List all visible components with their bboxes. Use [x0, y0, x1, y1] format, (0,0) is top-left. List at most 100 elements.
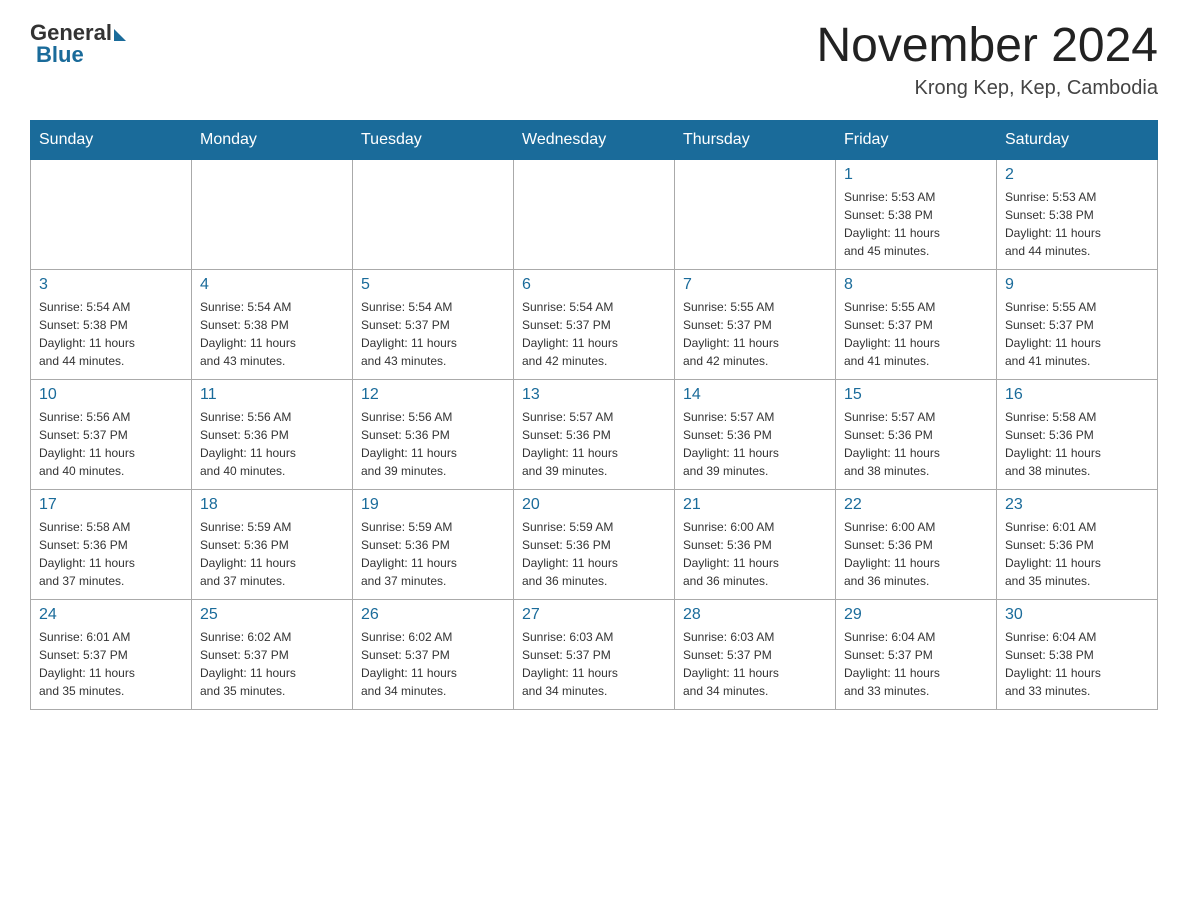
day-info: Sunrise: 5:56 AM Sunset: 5:36 PM Dayligh…: [200, 408, 344, 480]
page-header: General Blue November 2024 Krong Kep, Ke…: [30, 20, 1158, 100]
calendar-cell: 16 Sunrise: 5:58 AM Sunset: 5:36 PM Dayli…: [997, 379, 1158, 489]
day-of-week-header: Tuesday: [353, 120, 514, 159]
day-number: 8: [844, 276, 988, 294]
calendar-cell: 9 Sunrise: 5:55 AM Sunset: 5:37 PM Daylig…: [997, 269, 1158, 379]
day-number: 7: [683, 276, 827, 294]
day-info: Sunrise: 6:00 AM Sunset: 5:36 PM Dayligh…: [683, 518, 827, 590]
day-info: Sunrise: 5:54 AM Sunset: 5:37 PM Dayligh…: [522, 298, 666, 370]
calendar-cell: 7 Sunrise: 5:55 AM Sunset: 5:37 PM Daylig…: [675, 269, 836, 379]
day-number: 25: [200, 606, 344, 624]
day-number: 15: [844, 386, 988, 404]
day-number: 22: [844, 496, 988, 514]
day-info: Sunrise: 5:58 AM Sunset: 5:36 PM Dayligh…: [39, 518, 183, 590]
calendar-cell: 3 Sunrise: 5:54 AM Sunset: 5:38 PM Daylig…: [31, 269, 192, 379]
calendar-cell: 6 Sunrise: 5:54 AM Sunset: 5:37 PM Daylig…: [514, 269, 675, 379]
day-info: Sunrise: 5:59 AM Sunset: 5:36 PM Dayligh…: [361, 518, 505, 590]
calendar-week-row: 10Sunrise: 5:56 AM Sunset: 5:37 PM Dayli…: [31, 379, 1158, 489]
calendar-cell: 19 Sunrise: 5:59 AM Sunset: 5:36 PM Dayli…: [353, 489, 514, 599]
calendar-cell: 10Sunrise: 5:56 AM Sunset: 5:37 PM Dayli…: [31, 379, 192, 489]
calendar-week-row: 17 Sunrise: 5:58 AM Sunset: 5:36 PM Dayli…: [31, 489, 1158, 599]
day-info: Sunrise: 5:56 AM Sunset: 5:36 PM Dayligh…: [361, 408, 505, 480]
day-info: Sunrise: 5:55 AM Sunset: 5:37 PM Dayligh…: [683, 298, 827, 370]
calendar-cell: [675, 159, 836, 269]
day-info: Sunrise: 5:57 AM Sunset: 5:36 PM Dayligh…: [844, 408, 988, 480]
day-number: 24: [39, 606, 183, 624]
day-info: Sunrise: 5:55 AM Sunset: 5:37 PM Dayligh…: [844, 298, 988, 370]
day-number: 3: [39, 276, 183, 294]
location-text: Krong Kep, Kep, Cambodia: [816, 77, 1158, 100]
day-number: 17: [39, 496, 183, 514]
calendar-cell: [514, 159, 675, 269]
calendar-cell: 5 Sunrise: 5:54 AM Sunset: 5:37 PM Daylig…: [353, 269, 514, 379]
day-info: Sunrise: 5:58 AM Sunset: 5:36 PM Dayligh…: [1005, 408, 1149, 480]
day-number: 20: [522, 496, 666, 514]
calendar-cell: 8 Sunrise: 5:55 AM Sunset: 5:37 PM Daylig…: [836, 269, 997, 379]
day-number: 9: [1005, 276, 1149, 294]
calendar-cell: 24 Sunrise: 6:01 AM Sunset: 5:37 PM Dayli…: [31, 599, 192, 709]
day-number: 26: [361, 606, 505, 624]
day-info: Sunrise: 6:01 AM Sunset: 5:37 PM Dayligh…: [39, 628, 183, 700]
day-of-week-header: Monday: [192, 120, 353, 159]
calendar-cell: 28 Sunrise: 6:03 AM Sunset: 5:37 PM Dayli…: [675, 599, 836, 709]
calendar-cell: [353, 159, 514, 269]
day-number: 13: [522, 386, 666, 404]
calendar-cell: 20 Sunrise: 5:59 AM Sunset: 5:36 PM Dayli…: [514, 489, 675, 599]
calendar-cell: 22 Sunrise: 6:00 AM Sunset: 5:36 PM Dayli…: [836, 489, 997, 599]
day-info: Sunrise: 5:55 AM Sunset: 5:37 PM Dayligh…: [1005, 298, 1149, 370]
day-info: Sunrise: 6:02 AM Sunset: 5:37 PM Dayligh…: [361, 628, 505, 700]
calendar-week-row: 24 Sunrise: 6:01 AM Sunset: 5:37 PM Dayli…: [31, 599, 1158, 709]
calendar-cell: [192, 159, 353, 269]
day-number: 23: [1005, 496, 1149, 514]
calendar-cell: [31, 159, 192, 269]
day-number: 18: [200, 496, 344, 514]
day-info: Sunrise: 5:57 AM Sunset: 5:36 PM Dayligh…: [522, 408, 666, 480]
day-number: 11: [200, 386, 344, 404]
day-number: 27: [522, 606, 666, 624]
calendar-cell: 2 Sunrise: 5:53 AM Sunset: 5:38 PM Daylig…: [997, 159, 1158, 269]
day-info: Sunrise: 6:04 AM Sunset: 5:38 PM Dayligh…: [1005, 628, 1149, 700]
calendar-header-row: SundayMondayTuesdayWednesdayThursdayFrid…: [31, 120, 1158, 159]
calendar-cell: 18 Sunrise: 5:59 AM Sunset: 5:36 PM Dayli…: [192, 489, 353, 599]
calendar-week-row: 3 Sunrise: 5:54 AM Sunset: 5:38 PM Daylig…: [31, 269, 1158, 379]
day-number: 29: [844, 606, 988, 624]
calendar-cell: 15 Sunrise: 5:57 AM Sunset: 5:36 PM Dayli…: [836, 379, 997, 489]
day-number: 14: [683, 386, 827, 404]
calendar-cell: 27 Sunrise: 6:03 AM Sunset: 5:37 PM Dayli…: [514, 599, 675, 709]
day-number: 28: [683, 606, 827, 624]
day-info: Sunrise: 5:53 AM Sunset: 5:38 PM Dayligh…: [1005, 188, 1149, 260]
day-info: Sunrise: 6:00 AM Sunset: 5:36 PM Dayligh…: [844, 518, 988, 590]
day-info: Sunrise: 6:03 AM Sunset: 5:37 PM Dayligh…: [683, 628, 827, 700]
day-info: Sunrise: 5:59 AM Sunset: 5:36 PM Dayligh…: [200, 518, 344, 590]
calendar-cell: 11 Sunrise: 5:56 AM Sunset: 5:36 PM Dayli…: [192, 379, 353, 489]
day-info: Sunrise: 5:54 AM Sunset: 5:38 PM Dayligh…: [200, 298, 344, 370]
calendar-cell: 14 Sunrise: 5:57 AM Sunset: 5:36 PM Dayli…: [675, 379, 836, 489]
calendar-cell: 21Sunrise: 6:00 AM Sunset: 5:36 PM Dayli…: [675, 489, 836, 599]
day-number: 6: [522, 276, 666, 294]
day-info: Sunrise: 5:54 AM Sunset: 5:38 PM Dayligh…: [39, 298, 183, 370]
day-info: Sunrise: 5:57 AM Sunset: 5:36 PM Dayligh…: [683, 408, 827, 480]
calendar-cell: 26 Sunrise: 6:02 AM Sunset: 5:37 PM Dayli…: [353, 599, 514, 709]
day-of-week-header: Wednesday: [514, 120, 675, 159]
calendar-table: SundayMondayTuesdayWednesdayThursdayFrid…: [30, 120, 1158, 710]
logo: General Blue: [30, 20, 126, 68]
day-of-week-header: Thursday: [675, 120, 836, 159]
day-info: Sunrise: 5:54 AM Sunset: 5:37 PM Dayligh…: [361, 298, 505, 370]
month-title: November 2024: [816, 20, 1158, 73]
day-number: 2: [1005, 166, 1149, 184]
day-info: Sunrise: 6:01 AM Sunset: 5:36 PM Dayligh…: [1005, 518, 1149, 590]
title-section: November 2024 Krong Kep, Kep, Cambodia: [816, 20, 1158, 100]
day-number: 16: [1005, 386, 1149, 404]
calendar-cell: 4Sunrise: 5:54 AM Sunset: 5:38 PM Daylig…: [192, 269, 353, 379]
day-info: Sunrise: 5:59 AM Sunset: 5:36 PM Dayligh…: [522, 518, 666, 590]
day-info: Sunrise: 5:53 AM Sunset: 5:38 PM Dayligh…: [844, 188, 988, 260]
day-info: Sunrise: 6:02 AM Sunset: 5:37 PM Dayligh…: [200, 628, 344, 700]
day-number: 5: [361, 276, 505, 294]
day-of-week-header: Friday: [836, 120, 997, 159]
calendar-cell: 17 Sunrise: 5:58 AM Sunset: 5:36 PM Dayli…: [31, 489, 192, 599]
day-info: Sunrise: 6:03 AM Sunset: 5:37 PM Dayligh…: [522, 628, 666, 700]
logo-blue-text: Blue: [36, 42, 84, 68]
logo-arrow-icon: [114, 29, 126, 41]
day-number: 1: [844, 166, 988, 184]
calendar-cell: 25 Sunrise: 6:02 AM Sunset: 5:37 PM Dayli…: [192, 599, 353, 709]
day-number: 19: [361, 496, 505, 514]
